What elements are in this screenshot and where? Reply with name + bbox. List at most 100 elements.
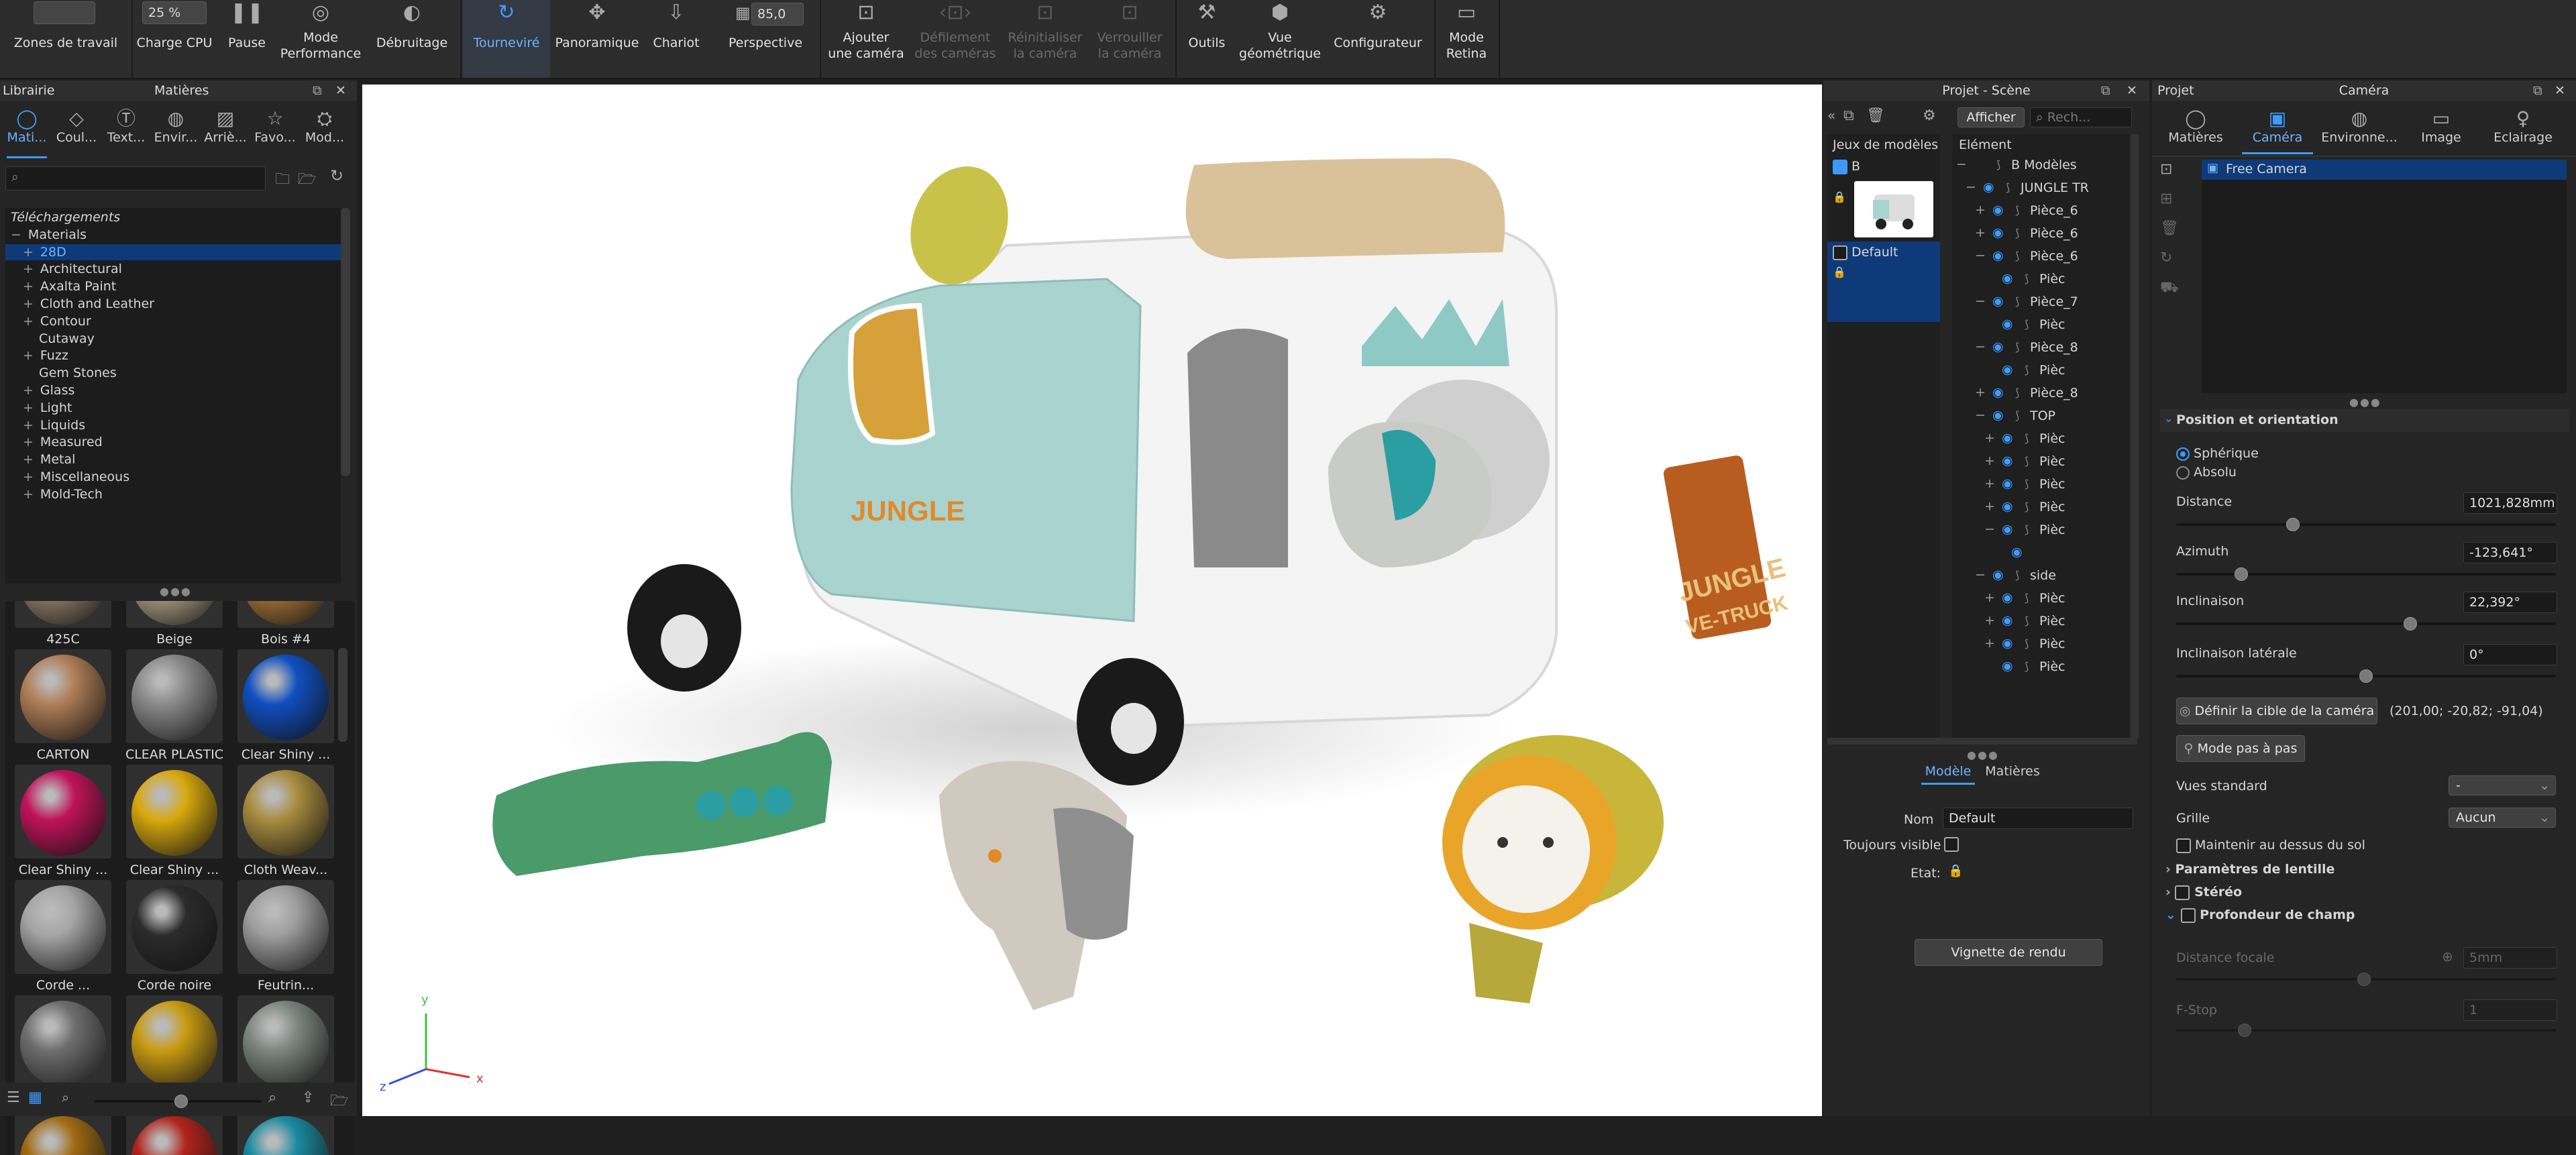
expand-icon[interactable]: + [23, 314, 34, 329]
scene-tree-item[interactable]: Pièc [2039, 362, 2065, 379]
splitter-handle[interactable]: ●●● [1967, 749, 1999, 761]
lateral-tilt-slider[interactable] [2176, 669, 2556, 683]
scene-tree-item[interactable]: Pièce_8 [2030, 385, 2078, 402]
material-swatch[interactable] [237, 601, 334, 628]
scene-tree-item[interactable]: Pièc [2039, 271, 2065, 288]
upload-icon[interactable]: ⇪ [302, 1089, 314, 1106]
expand-icon[interactable]: + [1984, 613, 1995, 628]
azimuth-knob[interactable] [2235, 567, 2249, 581]
folder-add-icon[interactable]: 🗀 [275, 168, 290, 193]
name-field[interactable]: Default [1943, 808, 2133, 829]
library-tree-item[interactable]: + Measured [23, 434, 103, 451]
material-swatch[interactable] [126, 649, 223, 743]
scene-tree-item[interactable]: Pièce_6 [2030, 248, 2078, 265]
models-icon[interactable]: ⧉ [1843, 107, 1854, 124]
inclination-slider[interactable] [2176, 617, 2556, 630]
material-swatch[interactable] [237, 995, 334, 1089]
scene-tree-item[interactable]: Pièc [2039, 499, 2065, 516]
collapse-icon[interactable]: « [1827, 107, 1835, 123]
scene-tree-item[interactable]: side [2030, 567, 2056, 584]
checkbox-unchecked[interactable] [2175, 885, 2190, 900]
collapse-icon[interactable]: − [1975, 248, 1986, 263]
library-tree-item[interactable]: + Contour [23, 313, 91, 330]
visibility-eye-icon[interactable]: ◉ [1992, 385, 2004, 400]
expand-icon[interactable]: + [23, 400, 34, 415]
expand-icon[interactable]: + [1984, 476, 1995, 491]
zoom-in-icon[interactable]: ⌕ [268, 1089, 276, 1106]
visibility-eye-icon[interactable]: ◉ [1992, 225, 2004, 240]
scene-search-input[interactable]: ⌕ Rech... [2030, 107, 2132, 127]
checkbox-unchecked[interactable] [2180, 908, 2196, 923]
library-tab[interactable]: ☆ Favo... [251, 107, 299, 154]
checkbox-checked[interactable] [1833, 159, 1847, 174]
scene-tree-item[interactable]: Pièc [2039, 590, 2065, 607]
scene-tree-item[interactable]: TOP [2030, 408, 2055, 425]
camera-add-icon[interactable]: ⊡ [2160, 161, 2172, 178]
library-tree-item[interactable]: + Architectural [23, 261, 122, 278]
keep-above-ground[interactable]: Maintenir au dessus du sol [2176, 837, 2365, 854]
scene-bottom-tab[interactable]: Modèle [1917, 762, 1979, 785]
trash-icon[interactable]: 🗑 [2160, 220, 2179, 237]
lock-icon[interactable]: 🔒 [1833, 266, 1846, 278]
collapse-icon[interactable]: − [1966, 180, 1976, 195]
scene-tree-item[interactable]: Pièc [2039, 431, 2065, 447]
list-view-icon[interactable]: ☰ [7, 1089, 20, 1106]
library-tab[interactable]: ◍ Envir... [152, 107, 200, 154]
target-icon[interactable]: ⊕ [2442, 948, 2453, 965]
close-icon[interactable]: ✕ [2555, 80, 2565, 101]
folder-icon[interactable]: 🗁 [298, 168, 316, 193]
visibility-eye-icon[interactable]: ◉ [2002, 659, 2013, 673]
library-tab[interactable]: ◇ Coul... [52, 107, 101, 154]
collapse-icon[interactable]: − [11, 227, 21, 242]
material-swatch[interactable] [237, 765, 334, 859]
scene-tree-item[interactable]: Pièc [2039, 522, 2065, 539]
radio-on[interactable] [2176, 447, 2190, 461]
inclination-field[interactable]: 22,392° [2463, 592, 2557, 613]
pause-button[interactable]: ❚❚ Pause [220, 0, 274, 78]
retina-button[interactable]: ▭ Mode Retina [1437, 0, 1496, 78]
camera-list-item[interactable]: ▣ Free Camera [2202, 160, 2567, 180]
visibility-eye-icon[interactable]: ◉ [1992, 339, 2004, 354]
material-swatch[interactable] [237, 649, 334, 743]
model-set-default[interactable]: Default [1833, 244, 1898, 261]
visibility-eye-icon[interactable]: ◉ [2002, 636, 2013, 651]
lens-section-header[interactable]: › Paramètres de lentille [2165, 861, 2334, 878]
radio-spherical[interactable]: Sphérique [2176, 445, 2259, 462]
expand-icon[interactable]: + [23, 279, 34, 294]
scene-tree-item[interactable]: JUNGLE TR [2021, 180, 2089, 197]
visibility-eye-icon[interactable]: ◉ [2002, 453, 2013, 468]
scene-tree-item[interactable]: Pièce_6 [2030, 203, 2078, 219]
library-tree-item[interactable]: + Metal [23, 451, 75, 468]
visibility-eye-icon[interactable]: ◉ [2002, 431, 2013, 445]
visibility-eye-icon[interactable]: ◉ [2002, 522, 2013, 537]
always-visible-checkbox[interactable] [1944, 837, 1959, 852]
visibility-eye-icon[interactable]: ◉ [1992, 248, 2004, 263]
folder-open-icon[interactable]: 🗁 [330, 1089, 348, 1115]
pan-button[interactable]: ✥ Panoramique [551, 0, 643, 78]
focal-distance-field[interactable]: 5mm [2463, 947, 2557, 969]
lock-icon[interactable]: 🔒 [1833, 190, 1846, 203]
expand-icon[interactable]: + [1984, 431, 1995, 445]
expand-icon[interactable]: + [23, 418, 34, 433]
expand-icon[interactable]: + [23, 487, 34, 502]
scene-scrollbar[interactable] [2131, 134, 2139, 738]
tools-button[interactable]: ⚒ Outils [1178, 0, 1236, 78]
visibility-eye-icon[interactable]: ◉ [2002, 613, 2013, 628]
scene-hscrollbar[interactable] [1827, 738, 2137, 745]
lock-camera-button[interactable]: ⊡ Verrouiller la caméra [1089, 0, 1170, 78]
render-thumbnail-button[interactable]: Vignette de rendu [1915, 939, 2102, 966]
material-swatch[interactable] [126, 880, 223, 974]
library-tree-item[interactable]: + Miscellaneous [23, 469, 129, 486]
swatch-scrollbar[interactable] [338, 648, 347, 742]
dolly-button[interactable]: ⇩ Chariot [645, 0, 707, 78]
visibility-eye-icon[interactable]: ◉ [1992, 567, 2004, 582]
fstop-field[interactable]: 1 [2463, 999, 2557, 1021]
library-tab[interactable]: ⛭ Mod... [301, 107, 349, 154]
reset-camera-button[interactable]: ⊡ Réinitialiser la caméra [1002, 0, 1088, 78]
scene-tree-item[interactable]: Pièc [2039, 659, 2065, 675]
visibility-eye-icon[interactable]: ◉ [2002, 362, 2013, 377]
library-tree-item[interactable]: + Fuzz [23, 347, 68, 364]
grid-view-icon[interactable]: ▦ [28, 1089, 42, 1106]
grid-select[interactable]: Aucun ⌄ [2449, 808, 2556, 828]
visibility-eye-icon[interactable]: ◉ [1983, 180, 1994, 195]
